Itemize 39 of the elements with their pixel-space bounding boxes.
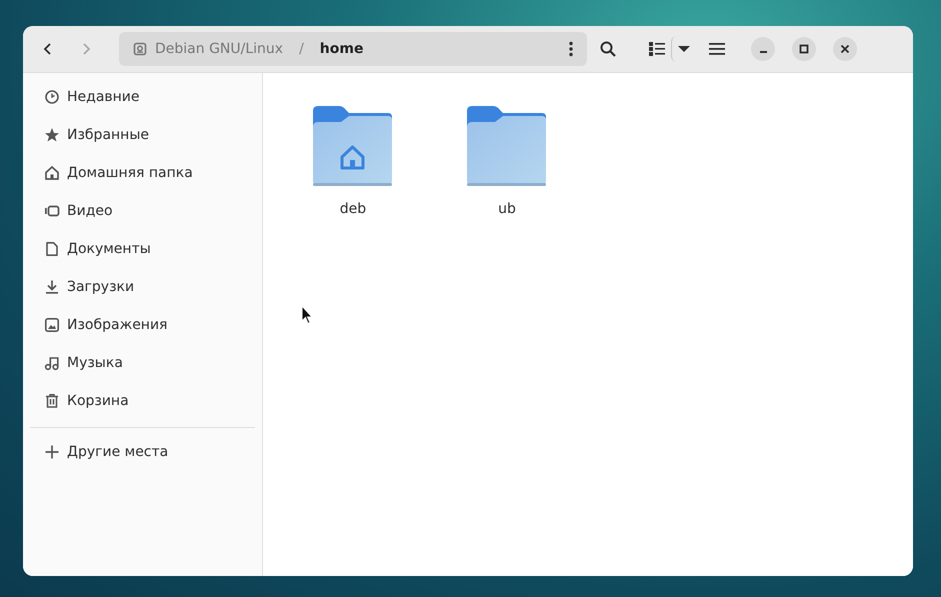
dropdown-caret-icon bbox=[678, 45, 690, 53]
sidebar-item[interactable]: Изображения bbox=[30, 306, 255, 344]
close-icon bbox=[840, 44, 850, 54]
menu-icon bbox=[709, 42, 725, 56]
maximize-icon bbox=[799, 44, 809, 54]
sidebar-item[interactable]: Музыка bbox=[30, 344, 255, 382]
sidebar-item[interactable]: Другие места bbox=[30, 433, 255, 471]
sidebar-item[interactable]: Избранные bbox=[30, 116, 255, 154]
mouse-cursor-icon bbox=[301, 305, 313, 325]
minimize-button[interactable] bbox=[751, 37, 775, 61]
sidebar-item[interactable]: Документы bbox=[30, 230, 255, 268]
path-separator: / bbox=[299, 41, 304, 57]
document-icon bbox=[44, 241, 60, 257]
minimize-icon bbox=[760, 51, 766, 53]
sidebar-item[interactable]: Видео bbox=[30, 192, 255, 230]
drive-icon bbox=[133, 42, 147, 56]
plus-icon bbox=[44, 444, 60, 460]
more-options-icon[interactable] bbox=[569, 41, 573, 57]
star-icon bbox=[44, 127, 60, 143]
clock-icon bbox=[44, 89, 60, 105]
folder-item[interactable]: ub bbox=[457, 105, 557, 217]
music-icon bbox=[44, 355, 60, 371]
sidebar-item[interactable]: Загрузки bbox=[30, 268, 255, 306]
search-icon bbox=[599, 40, 617, 58]
sidebar-item[interactable]: Домашняя папка bbox=[30, 154, 255, 192]
close-button[interactable] bbox=[833, 37, 857, 61]
path-segment[interactable]: home bbox=[320, 41, 364, 57]
trash-icon bbox=[44, 393, 60, 409]
sidebar-item[interactable]: Недавние bbox=[30, 78, 255, 116]
home-icon bbox=[44, 165, 60, 181]
maximize-button[interactable] bbox=[792, 37, 816, 61]
folder-item[interactable]: deb bbox=[303, 105, 403, 217]
camera-icon bbox=[44, 203, 60, 219]
download-icon bbox=[44, 279, 60, 295]
folder-icon bbox=[467, 105, 547, 187]
list-view-icon bbox=[649, 42, 665, 56]
image-icon bbox=[44, 317, 60, 333]
sidebar-item[interactable]: Корзина bbox=[30, 382, 255, 420]
home-folder-icon bbox=[313, 105, 393, 187]
